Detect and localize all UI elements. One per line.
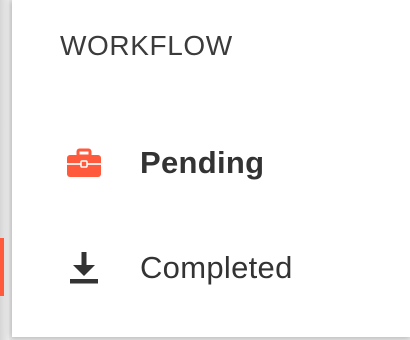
app-backdrop: WORKFLOW Pending Completed (0, 0, 410, 340)
download-icon (64, 248, 104, 288)
briefcase-icon (64, 143, 104, 183)
menu-item-label: Pending (140, 145, 265, 180)
active-indicator-edge (0, 238, 4, 296)
section-title: WORKFLOW (60, 30, 233, 61)
menu-item-completed[interactable]: Completed (12, 236, 410, 300)
menu-item-pending[interactable]: Pending (12, 131, 410, 195)
workflow-menu-panel: WORKFLOW Pending Completed (12, 0, 410, 337)
menu-item-label: Completed (140, 250, 293, 285)
